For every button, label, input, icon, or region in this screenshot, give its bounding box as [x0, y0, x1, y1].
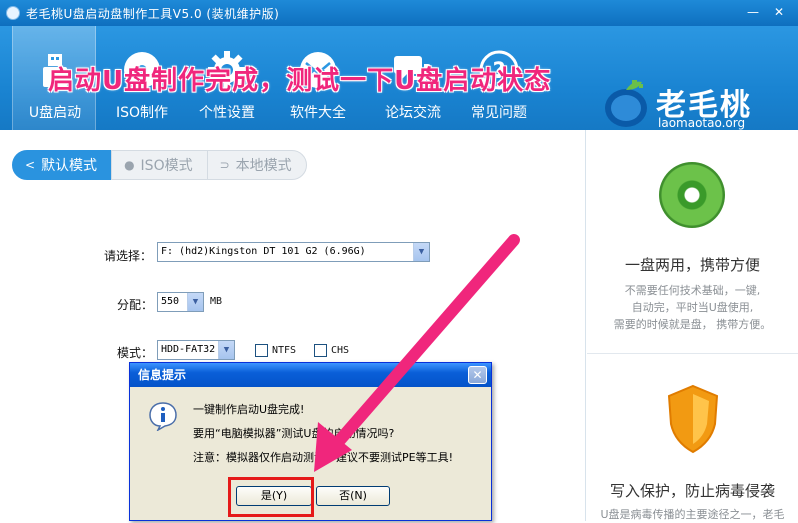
- peach-logo-icon: [605, 80, 647, 127]
- toolbar-label: U盘启动: [28, 105, 82, 121]
- drive-select[interactable]: F: (hd2)Kingston DT 101 G2 (6.96G) ▼: [157, 242, 430, 262]
- feature-desc-line: 需要的时候就是盘， 携带方便。: [613, 318, 772, 331]
- brand-domain: laomaotao.org: [658, 116, 746, 130]
- tab-iso-mode[interactable]: ● ISO模式: [111, 150, 208, 180]
- info-icon: [149, 402, 177, 431]
- toolbar-label: 软件大全: [290, 105, 346, 121]
- dialog-line: 一键制作启动U盘完成!: [193, 403, 305, 416]
- brand-logo: 老毛桃 laomaotao.org: [598, 56, 788, 136]
- toolbar-label: 个性设置: [199, 105, 255, 121]
- feature-desc-line: 自动完，平时当U盘使用,: [631, 301, 754, 314]
- chevron-down-icon: ▼: [218, 341, 234, 359]
- feature-portable: 一盘两用，携带方便 不需要任何技术基础，一键, 自动完，平时当U盘使用, 需要的…: [587, 130, 798, 354]
- disc-small-icon: ●: [124, 158, 135, 172]
- feature-panel: 一盘两用，携带方便 不需要任何技术基础，一键, 自动完，平时当U盘使用, 需要的…: [587, 130, 798, 521]
- dialog-close-button[interactable]: ✕: [468, 366, 487, 384]
- highlight-box: [228, 477, 314, 517]
- tab-label: 本地模式: [235, 158, 292, 174]
- signal-icon: ⊃: [219, 158, 230, 172]
- close-icon: ✕: [472, 368, 483, 382]
- share-icon: <: [25, 158, 36, 172]
- feature-desc: U盘是病毒传播的主要途径之一，老毛: [600, 508, 785, 521]
- dialog-line: 要用“电脑模拟器”测试U盘的启动情况吗?: [193, 427, 395, 440]
- partition-unit: MB: [210, 296, 223, 307]
- feature-desc: 不需要任何技术基础，一键, 自动完，平时当U盘使用, 需要的时候就是盘， 携带方…: [597, 282, 788, 333]
- toolbar-label: 常见问题: [471, 105, 527, 121]
- drive-select-value: F: (hd2)Kingston DT 101 G2 (6.96G): [161, 246, 366, 257]
- drive-select-label: 请选择：: [104, 249, 153, 263]
- chevron-down-icon: ▼: [413, 243, 429, 261]
- toolbar-label: ISO制作: [115, 105, 169, 121]
- feature-desc-line: 不需要任何技术基础，一键,: [624, 284, 761, 297]
- partition-label: 分配：: [117, 298, 154, 312]
- toolbar-label: 论坛交流: [385, 105, 441, 121]
- app-icon: [6, 6, 20, 20]
- mode-tabs: < 默认模式 ● ISO模式 ⊃ 本地模式: [12, 150, 307, 180]
- feature-title: 写入保护，防止病毒侵袭: [609, 482, 775, 500]
- ntfs-label: NTFS: [272, 345, 297, 356]
- no-button[interactable]: 否(N): [316, 486, 390, 506]
- chevron-down-icon: ▼: [187, 293, 203, 311]
- mode-select[interactable]: HDD-FAT32 ▼: [157, 340, 235, 360]
- partition-value: 550: [161, 296, 180, 307]
- green-disc-icon: [659, 162, 725, 228]
- dialog-line: 注意：模拟器仅作启动测试，建议不要测试PE等工具!: [193, 451, 453, 464]
- chs-label: CHS: [331, 345, 350, 356]
- tab-local-mode[interactable]: ⊃ 本地模式: [206, 150, 307, 180]
- tab-label: ISO模式: [140, 158, 193, 174]
- feature-title: 一盘两用，携带方便: [624, 256, 760, 274]
- mode-value: HDD-FAT32: [161, 344, 216, 355]
- shield-icon: [667, 384, 719, 454]
- dialog-title: 信息提示: [130, 363, 491, 387]
- chs-checkbox[interactable]: [314, 344, 327, 357]
- partition-select[interactable]: 550 ▼: [157, 292, 204, 312]
- minimize-button[interactable]: —: [744, 4, 762, 20]
- title-bar: 老毛桃U盘启动盘制作工具V5.0 (装机维护版) — ✕: [0, 0, 798, 26]
- close-button[interactable]: ✕: [770, 4, 788, 20]
- ntfs-checkbox[interactable]: [255, 344, 268, 357]
- tab-label: 默认模式: [41, 158, 98, 174]
- annotation-banner: 启动U盘制作完成，测试一下U盘启动状态: [48, 66, 552, 96]
- window-title: 老毛桃U盘启动盘制作工具V5.0 (装机维护版): [26, 6, 280, 21]
- mode-label: 模式：: [117, 346, 154, 360]
- tab-default-mode[interactable]: < 默认模式: [12, 150, 113, 180]
